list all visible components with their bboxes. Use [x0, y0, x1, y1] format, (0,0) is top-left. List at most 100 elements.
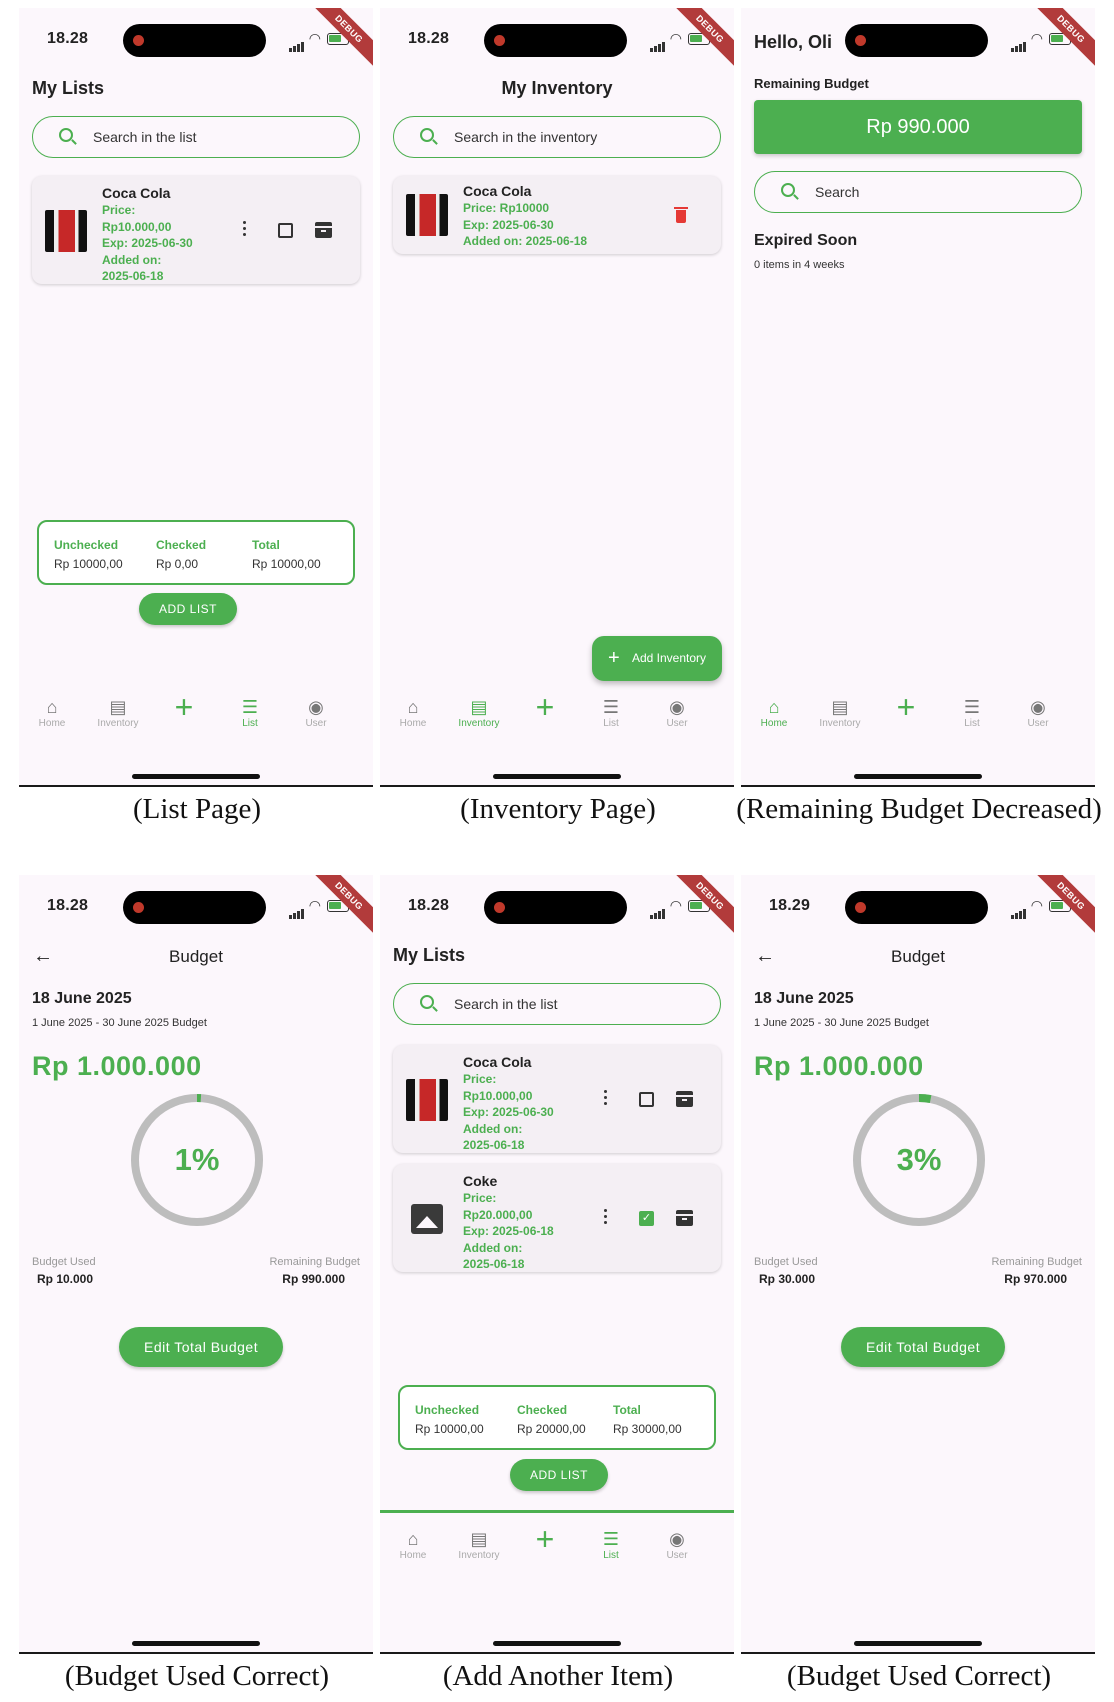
user-icon: ◉ [308, 697, 324, 717]
status-bar: 18.28 ◠ DEBUG [380, 8, 734, 71]
expired-soon-count: 0 items in 4 weeks [754, 259, 845, 271]
nav-home[interactable]: ⌂ Home [380, 1528, 448, 1561]
search-placeholder: Search [815, 184, 860, 200]
add-list-button[interactable]: ADD LIST [510, 1459, 609, 1491]
phone-list-page: 18.28 ◠ DEBUG My Lists Search in the lis… [19, 8, 373, 787]
plus-icon: + [535, 689, 555, 725]
product-image [406, 1079, 448, 1121]
bottom-nav: ⌂ Home ▤ Inventory + ☰ List ◉ User [380, 688, 734, 758]
item-checkbox-checked[interactable]: ✓ [639, 1211, 654, 1226]
archive-icon[interactable] [676, 1210, 693, 1226]
add-list-button[interactable]: ADD LIST [139, 593, 238, 625]
list-item[interactable]: Coca Cola Price: Rp10.000,00 Exp: 2025-0… [32, 176, 360, 284]
more-options-icon[interactable] [243, 221, 247, 239]
nav-user[interactable]: ◉ User [642, 1528, 712, 1561]
nav-home[interactable]: ⌂ Home [741, 696, 809, 729]
signal-icon [1011, 901, 1027, 919]
budget-used-label: Budget Used [32, 1256, 96, 1268]
inventory-icon: ▤ [470, 697, 488, 717]
list-icon: ☰ [241, 697, 259, 717]
caption: (Budget Used Correct) [64, 1660, 330, 1692]
home-indicator [854, 774, 982, 779]
list-item[interactable]: Coca Cola Price: Rp10.000,00 Exp: 2025-0… [393, 1045, 721, 1153]
nav-home[interactable]: ⌂ Home [19, 696, 87, 729]
budget-percent: 3% [896, 1142, 942, 1177]
status-bar: 18.29 ◠ DEBUG [741, 875, 1095, 938]
nav-inventory[interactable]: ▤ Inventory [83, 696, 153, 729]
item-checkbox[interactable] [639, 1092, 654, 1107]
product-image [45, 210, 87, 252]
edit-total-budget-button[interactable]: Edit Total Budget [119, 1327, 284, 1367]
nav-user[interactable]: ◉ User [642, 696, 712, 729]
home-icon: ⌂ [407, 1529, 419, 1549]
home-indicator [132, 1641, 260, 1646]
nav-add[interactable]: + [510, 689, 580, 725]
dynamic-island [484, 24, 627, 57]
nav-inventory[interactable]: ▤ Inventory [805, 696, 875, 729]
bottom-nav: ⌂ Home ▤ Inventory + ☰ List ◉ User [19, 688, 373, 758]
home-icon: ⌂ [768, 697, 780, 717]
nav-list[interactable]: ☰ List [215, 696, 285, 729]
list-icon: ☰ [963, 697, 981, 717]
search-input[interactable]: Search in the list [32, 116, 360, 158]
nav-inventory[interactable]: ▤ Inventory [444, 696, 514, 729]
home-indicator [854, 1641, 982, 1646]
caption: (Budget Used Correct) [786, 1660, 1052, 1692]
search-input[interactable]: Search [754, 171, 1082, 213]
nav-home[interactable]: ⌂ Home [380, 696, 448, 729]
search-input[interactable]: Search in the list [393, 983, 721, 1025]
item-details: Price: Rp10.000,00 Exp: 2025-06-30 Added… [102, 203, 193, 283]
item-checkbox[interactable] [278, 223, 293, 238]
item-details: Price: Rp10000 Exp: 2025-06-30 Added on:… [463, 201, 588, 248]
page-title: My Lists [393, 945, 466, 965]
caption: (List Page) [132, 793, 262, 825]
phone-home-page: Hello, Oli ◠ DEBUG Remaining Budget Rp 9… [741, 8, 1095, 787]
search-placeholder: Search in the list [454, 996, 558, 1012]
inventory-item[interactable]: Coca Cola Price: Rp10000 Exp: 2025-06-30… [393, 176, 721, 254]
page-title: My Lists [32, 78, 105, 98]
list-icon: ☰ [602, 1529, 620, 1549]
page-title: My Inventory [501, 78, 613, 98]
nav-add[interactable]: + [510, 1523, 580, 1555]
remaining-budget-value[interactable]: Rp 990.000 [754, 100, 1082, 154]
nav-list[interactable]: ☰ List [576, 696, 646, 729]
item-name: Coca Cola [463, 1054, 532, 1070]
delete-icon[interactable] [674, 207, 688, 223]
more-options-icon[interactable] [604, 1090, 608, 1108]
search-icon [781, 183, 795, 197]
nav-user[interactable]: ◉ User [281, 696, 351, 729]
image-placeholder-icon [411, 1204, 443, 1234]
status-time: 18.29 [769, 897, 811, 914]
caption: (Inventory Page) [460, 793, 656, 825]
item-name: Coca Cola [463, 183, 532, 199]
nav-user[interactable]: ◉ User [1003, 696, 1073, 729]
more-options-icon[interactable] [604, 1209, 608, 1227]
status-bar: Hello, Oli ◠ DEBUG [741, 8, 1095, 71]
wifi-icon: ◠ [308, 30, 321, 46]
remaining-budget-value: Rp 970.000 [1004, 1272, 1067, 1286]
list-item[interactable]: Coke Price: Rp20.000,00 Exp: 2025-06-18 … [393, 1164, 721, 1272]
status-time: 18.28 [47, 897, 89, 914]
phone-budget-page-a: 18.28 ◠ DEBUG ← Budget 18 June 2025 1 Ju… [19, 875, 373, 1654]
expired-soon-title: Expired Soon [754, 232, 858, 249]
nav-add[interactable]: + [149, 691, 219, 723]
budget-amount: Rp 1.000.000 [754, 1051, 924, 1081]
product-image [406, 194, 448, 236]
signal-icon [289, 901, 305, 919]
phone-list-page-2: 18.28 ◠ DEBUG My Lists Search in the lis… [380, 875, 734, 1654]
wifi-icon: ◠ [308, 897, 321, 913]
item-details: Price: Rp20.000,00 Exp: 2025-06-18 Added… [463, 1191, 554, 1271]
nav-inventory[interactable]: ▤ Inventory [444, 1528, 514, 1561]
nav-add[interactable]: + [871, 691, 941, 723]
dynamic-island [484, 891, 627, 924]
search-input[interactable]: Search in the inventory [393, 116, 721, 158]
nav-list[interactable]: ☰ List [576, 1528, 646, 1561]
add-inventory-button[interactable]: Add Inventory [591, 636, 722, 681]
list-summary: Unchecked Rp 10000,00 Checked Rp 20000,00 … [398, 1385, 716, 1450]
archive-icon[interactable] [315, 222, 332, 238]
archive-icon[interactable] [676, 1091, 693, 1107]
budget-date: 18 June 2025 [754, 990, 854, 1007]
nav-list[interactable]: ☰ List [937, 696, 1007, 729]
edit-total-budget-button[interactable]: Edit Total Budget [841, 1327, 1006, 1367]
phone-inventory-page: 18.28 ◠ DEBUG My Inventory Search in the… [380, 8, 734, 787]
